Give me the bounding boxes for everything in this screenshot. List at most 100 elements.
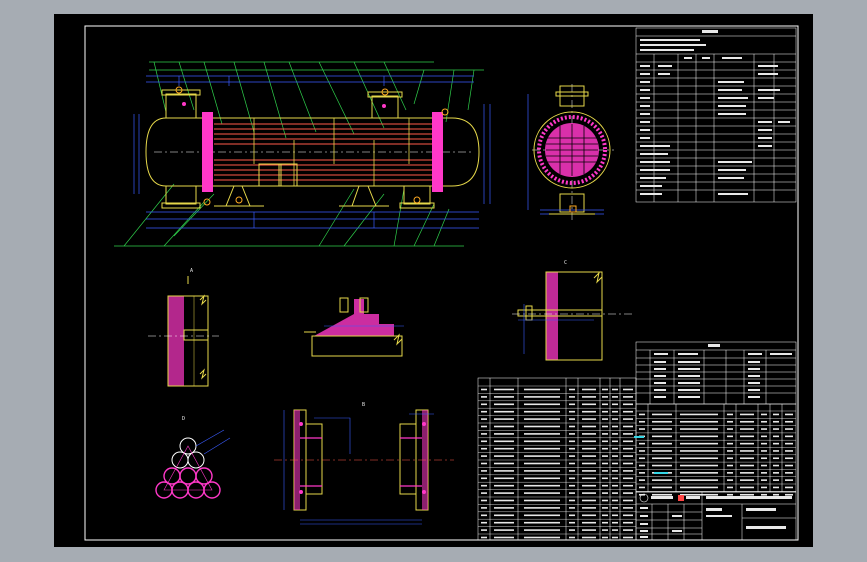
school-seal-icon: [678, 495, 684, 501]
table-cell-text: [582, 521, 596, 524]
table-cell-text: [569, 447, 575, 450]
table-cell-text: [481, 396, 487, 398]
cad-canvas: A C D B: [84, 25, 799, 541]
table-cell-text: [481, 484, 487, 487]
table-cell-text: [524, 492, 560, 494]
detail-baffle-plates: B: [274, 402, 454, 525]
table-cell-text: [602, 403, 608, 406]
table-cell-text: [602, 507, 608, 509]
table-cell-text: [623, 425, 633, 428]
table-cell-text: [680, 479, 718, 481]
table-cell-text: [785, 457, 793, 460]
table-cell-text: [680, 464, 718, 467]
table-cell-text: [761, 420, 767, 423]
table-cell-text: [582, 433, 596, 435]
table-cell-text: [569, 418, 575, 420]
table-cell-text: [623, 536, 633, 539]
table-cell-text: [524, 410, 560, 413]
table-cell-text: [727, 493, 733, 496]
table-cell-text: [740, 457, 754, 460]
table-cell-text: [481, 388, 487, 391]
table-cell-text: [652, 413, 672, 416]
table-cell-text: [602, 396, 608, 398]
parts-list-table-right: [635, 403, 797, 493]
table-cell-text: [773, 420, 779, 423]
table-cell-text: [494, 470, 514, 472]
table-cell-text: [602, 418, 608, 420]
table-cell-text: [494, 499, 514, 502]
table-cell-text: [494, 447, 514, 450]
table-cell-text: [602, 499, 608, 502]
table-cell-text: [569, 507, 575, 509]
table-cell-text: [524, 529, 560, 531]
table-cell-text: [569, 455, 575, 457]
table-cell-text: [582, 536, 596, 539]
table-cell-text: [494, 536, 514, 539]
table-cell-text: [761, 464, 767, 467]
table-cell-text: [582, 418, 596, 420]
table-cell-text: [639, 457, 645, 460]
table-cell-text: [639, 464, 645, 467]
title-block-marks: [639, 493, 792, 538]
table-cell-text: [623, 507, 633, 509]
table-cell-text: [740, 493, 754, 496]
table-cell-text: [569, 514, 575, 517]
table-cell-text: [727, 442, 733, 445]
table-cell-text: [639, 479, 645, 481]
table-cell-text: [582, 514, 596, 517]
table-cell-text: [494, 418, 514, 420]
table-cell-text: [761, 479, 767, 481]
table-cell-text: [612, 403, 618, 406]
table-cell-text: [680, 493, 718, 496]
table-cell-text: [569, 477, 575, 480]
table-cell-text: [680, 442, 718, 445]
table-cell-text: [582, 410, 596, 413]
table-cell-text: [612, 536, 618, 539]
table-cell-text: [569, 425, 575, 428]
table-cell-text: [494, 521, 514, 524]
table-cell-text: [612, 514, 618, 517]
table-cell-text: [785, 413, 793, 416]
table-cell-text: [481, 492, 487, 494]
table-cell-text: [582, 507, 596, 509]
table-cell-text: [727, 413, 733, 416]
table-cell-text: [569, 499, 575, 502]
table-cell-text: [623, 521, 633, 524]
table-cell-text: [569, 521, 575, 524]
table-cell-text: [524, 484, 560, 487]
table-cell-text: [623, 403, 633, 406]
table-cell-text: [582, 455, 596, 457]
table-cell-text: [639, 428, 645, 430]
table-cell-text: [524, 425, 560, 428]
table-cell-text: [481, 440, 487, 443]
table-cell-text: [612, 410, 618, 413]
table-cell-text: [652, 442, 672, 445]
table-cell-text: [652, 428, 672, 430]
table-cell-text: [494, 477, 514, 480]
table-cell-text: [740, 464, 754, 467]
table-cell-text: [727, 428, 733, 430]
table-cell-text: [612, 521, 618, 524]
table-cell-text: [623, 433, 633, 435]
table-cell-text: [740, 435, 754, 438]
spec-table-text-marks: [640, 30, 790, 195]
table-cell-text: [612, 455, 618, 457]
table-cell-text: [727, 472, 733, 474]
table-cell-text: [623, 396, 633, 398]
table-cell-text: [680, 457, 718, 460]
table-cell-text: [727, 486, 733, 489]
table-cell-text: [524, 388, 560, 391]
table-cell-text: [569, 529, 575, 531]
table-cell-text: [612, 462, 618, 465]
table-cell-text: [773, 450, 779, 452]
table-cell-text: [494, 529, 514, 531]
table-cell-text: [602, 462, 608, 465]
table-cell-text: [481, 425, 487, 428]
table-cell-text: [524, 536, 560, 539]
table-cell-text: [623, 492, 633, 494]
table-cell-text: [623, 455, 633, 457]
table-cell-text: [785, 479, 793, 481]
table-cell-text: [582, 396, 596, 398]
table-cell-text: [481, 403, 487, 406]
table-cell-text: [612, 470, 618, 472]
